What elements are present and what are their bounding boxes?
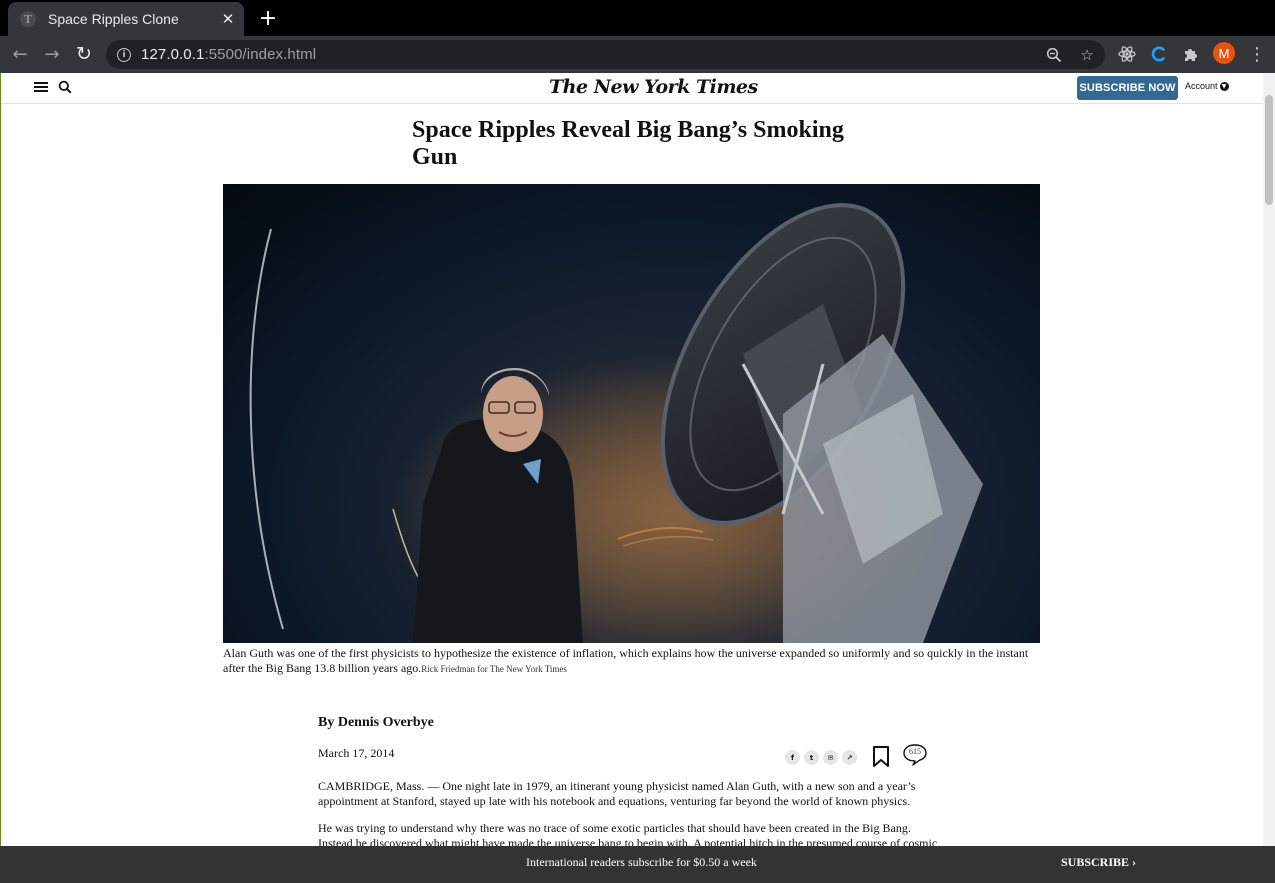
- subscription-banner: International readers subscribe for $0.5…: [0, 846, 1275, 883]
- profile-avatar[interactable]: M: [1213, 42, 1235, 64]
- site-info-icon[interactable]: i: [117, 47, 131, 62]
- page-viewport: The New York Times SUBSCRIBE NOW Account…: [0, 73, 1275, 846]
- zoom-out-icon[interactable]: [1044, 45, 1064, 65]
- hamburger-menu-icon[interactable]: [34, 80, 48, 94]
- nyt-logo[interactable]: The New York Times: [549, 76, 758, 98]
- react-devtools-icon[interactable]: [1115, 42, 1139, 66]
- article-headline: Space Ripples Reveal Big Bang’s Smoking …: [412, 117, 844, 170]
- account-menu[interactable]: Account ▼: [1185, 81, 1229, 91]
- browser-toolbar: ← → ↻ i 127.0.0.1:5500/index.html ☆ M ⋮: [0, 36, 1275, 73]
- close-tab-icon[interactable]: ✕: [218, 9, 238, 29]
- scrollbar-thumb[interactable]: [1265, 95, 1273, 205]
- publish-date: March 17, 2014: [318, 746, 395, 760]
- photo-caption: Alan Guth was one of the first physicist…: [223, 646, 1040, 677]
- address-bar[interactable]: i 127.0.0.1:5500/index.html ☆: [106, 40, 1105, 69]
- page-scrollbar[interactable]: [1263, 73, 1275, 846]
- facebook-share-icon[interactable]: f: [785, 750, 800, 765]
- twitter-share-icon[interactable]: t: [804, 750, 819, 765]
- browser-tab-active[interactable]: T Space Ripples Clone ✕: [8, 2, 244, 36]
- byline[interactable]: By Dennis Overbye: [318, 715, 434, 731]
- photo-credit: Rick Friedman for The New York Times: [421, 664, 567, 674]
- url-path: :5500/index.html: [204, 46, 317, 63]
- banner-subscribe-link[interactable]: SUBSCRIBE ›: [1061, 855, 1136, 870]
- extension-c-icon[interactable]: [1147, 42, 1171, 66]
- hero-photo: [223, 184, 1040, 643]
- nyt-favicon-icon: T: [20, 11, 36, 27]
- more-share-icon[interactable]: ↗: [842, 750, 857, 765]
- kebab-menu-icon[interactable]: ⋮: [1245, 42, 1269, 66]
- bookmark-star-icon[interactable]: ☆: [1077, 45, 1097, 65]
- subscribe-now-button[interactable]: SUBSCRIBE NOW: [1077, 76, 1178, 100]
- tab-title: Space Ripples Clone: [48, 11, 179, 27]
- bookmark-icon[interactable]: [872, 746, 890, 773]
- email-share-icon[interactable]: ✉: [823, 750, 838, 765]
- article-paragraph: CAMBRIDGE, Mass. — One night late in 197…: [318, 779, 916, 808]
- share-tools: f t ✉ ↗: [785, 750, 857, 765]
- banner-text: International readers subscribe for $0.5…: [526, 855, 757, 869]
- caption-text: Alan Guth was one of the first physicist…: [223, 646, 1029, 675]
- article-paragraph: He was trying to understand why there wa…: [318, 821, 938, 846]
- browser-tab-strip: T Space Ripples Clone ✕ +: [0, 0, 1275, 36]
- masthead: The New York Times SUBSCRIBE NOW Account…: [1, 73, 1264, 104]
- back-icon[interactable]: ←: [6, 41, 34, 67]
- new-tab-button[interactable]: +: [256, 6, 280, 31]
- chevron-down-icon: ▼: [1219, 81, 1229, 91]
- search-icon[interactable]: [58, 80, 72, 94]
- comment-count[interactable]: 615: [902, 747, 928, 756]
- reload-icon[interactable]: ↻: [70, 41, 98, 67]
- puzzle-extensions-icon[interactable]: [1179, 42, 1203, 66]
- forward-icon[interactable]: →: [38, 41, 66, 67]
- url-host: 127.0.0.1: [141, 46, 205, 63]
- account-label: Account: [1185, 81, 1218, 91]
- url-text[interactable]: 127.0.0.1:5500/index.html: [141, 46, 316, 63]
